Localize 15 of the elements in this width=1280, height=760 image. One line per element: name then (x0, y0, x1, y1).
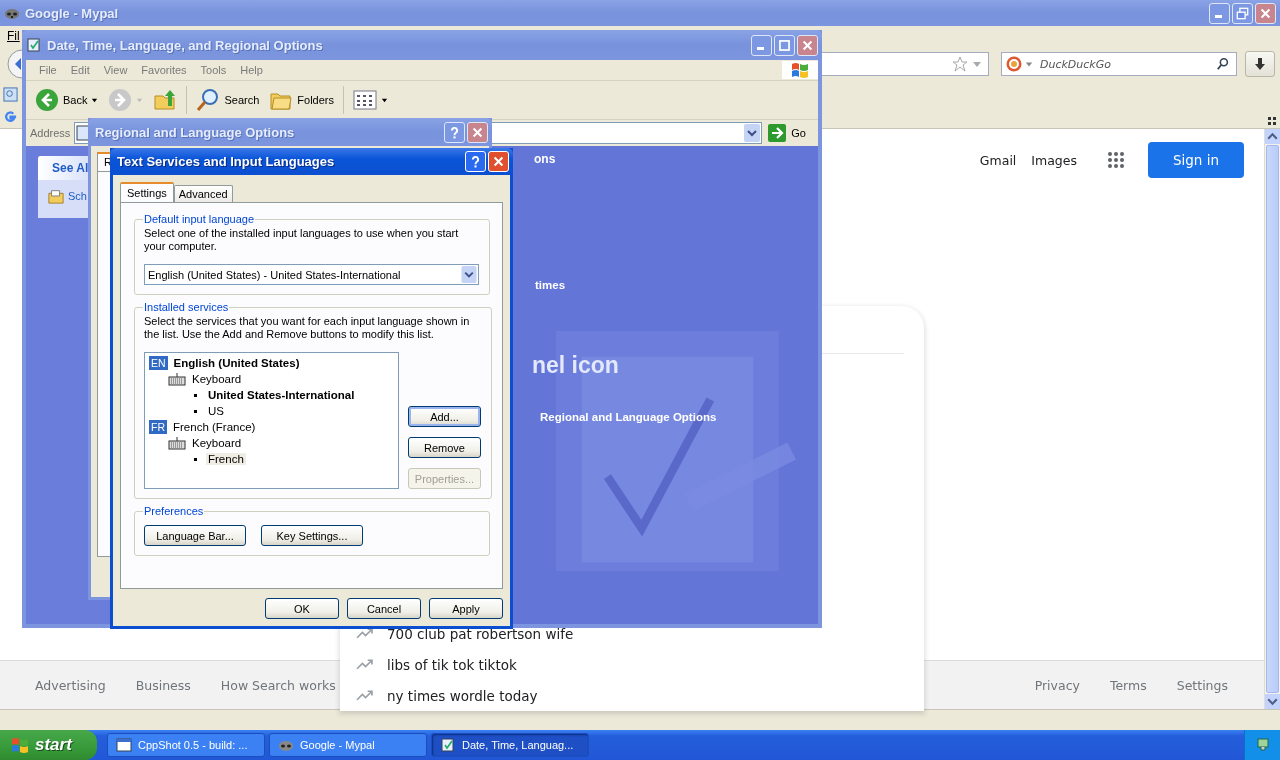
language-badge: FR (149, 420, 167, 434)
window-title: Google - Mypal (25, 5, 119, 21)
group-title: Preferences (143, 505, 205, 517)
section-title: ons (534, 152, 556, 166)
description-text: Select the services that you want for each input language shown in the list. Use the Add and Remove buttons to modify this list. (144, 315, 471, 341)
description-text: Select one of the installed input languages to use when you start your computer. (144, 227, 460, 253)
window-title: Regional and Language Options (95, 124, 295, 140)
window-title: Date, Time, Language, and Regional Options (47, 37, 323, 53)
language-badge: EN (149, 356, 168, 370)
dropdown-value: English (United States) - United States-International (148, 268, 402, 281)
section-heading: nel icon (532, 352, 619, 379)
group-title: Installed services (143, 301, 230, 313)
group-title: Default input language (143, 213, 256, 225)
address-label: Address (30, 127, 71, 139)
window-title: Text Services and Input Languages (117, 154, 335, 169)
